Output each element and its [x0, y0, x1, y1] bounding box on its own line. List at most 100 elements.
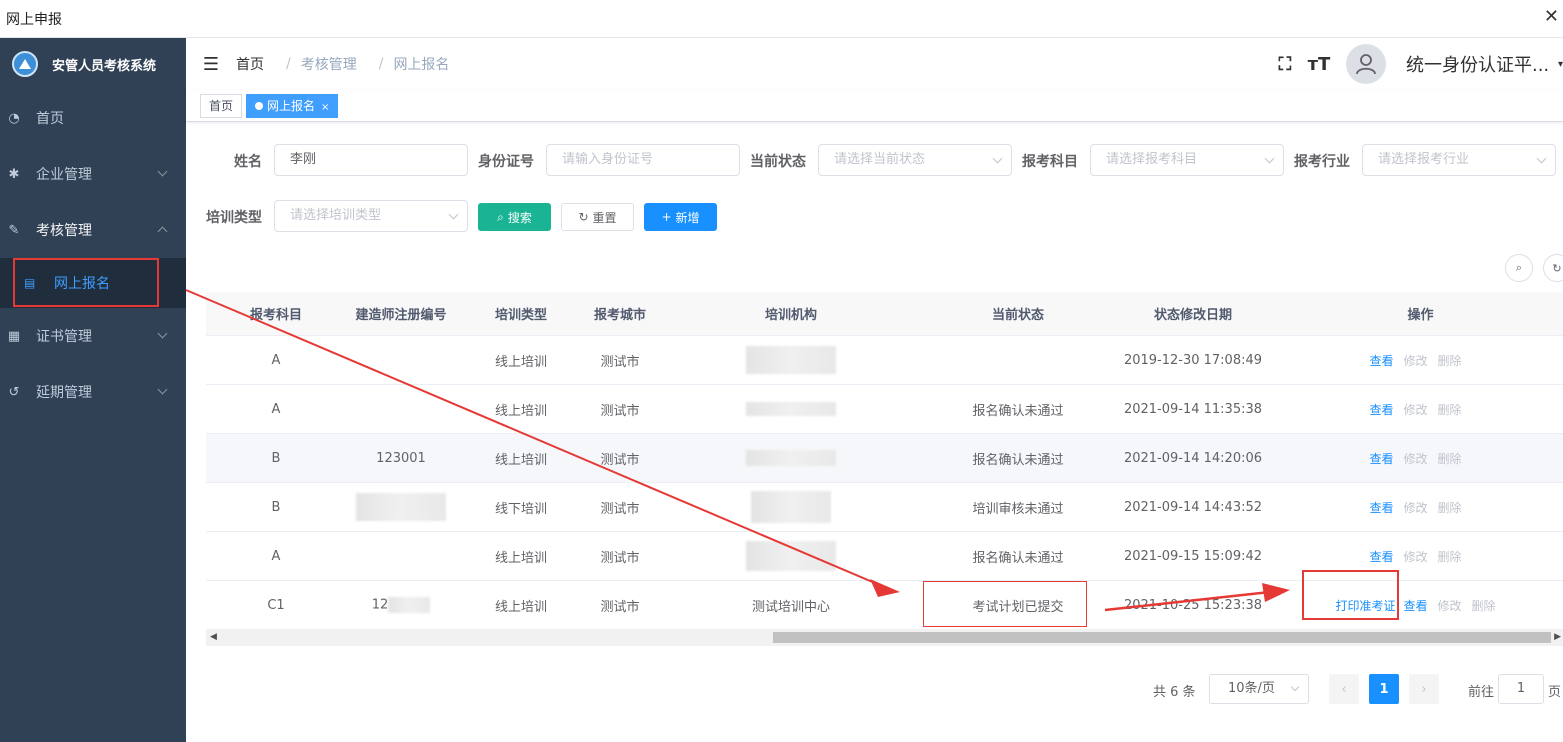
page-size-value: 10条/页	[1228, 681, 1275, 696]
column-header: 培训类型	[494, 308, 547, 323]
search-icon: ⌕	[497, 209, 504, 224]
cell-training: 线上培训	[494, 452, 547, 468]
column-header: 建造师注册编号	[355, 308, 447, 323]
cell-training: 线上培训	[494, 403, 547, 419]
search-button-label: 搜索	[507, 210, 532, 225]
status-select[interactable]: 请选择当前状态	[818, 144, 1012, 176]
edit-link[interactable]: 修改	[1403, 501, 1427, 515]
scroll-left-icon[interactable]: ◀	[210, 632, 217, 642]
sidebar-item-assessment[interactable]: ✎ 考核管理	[0, 202, 186, 258]
cell-org	[654, 491, 928, 523]
breadcrumb-item: 网上报名	[393, 57, 450, 73]
horizontal-scrollbar[interactable]: ◀ ▶	[206, 629, 1563, 646]
cell-date: 2019-12-30 17:08:49	[1123, 352, 1263, 368]
reset-button[interactable]: ↻ 重置	[561, 203, 634, 231]
industry-label: 报考行业	[1294, 154, 1350, 170]
table-row: A 线上培训 测试市 报名确认未通过 2021-09-14 11:35:38 查…	[206, 385, 1563, 434]
goto-label: 前往	[1468, 685, 1495, 700]
next-page-button[interactable]: ›	[1409, 674, 1439, 704]
close-icon[interactable]: ×	[321, 102, 329, 113]
navbar-right: ⛶ тT 统一身份认证平... ▾	[1268, 38, 1563, 90]
delete-link[interactable]: 删除	[1438, 403, 1462, 417]
cell-subject: A	[271, 401, 281, 417]
view-link[interactable]: 查看	[1369, 354, 1393, 368]
font-size-icon[interactable]: тT	[1302, 54, 1336, 75]
breadcrumb-separator: /	[286, 56, 291, 72]
add-button[interactable]: + 新增	[644, 203, 717, 231]
dashboard-icon: ◔	[8, 110, 20, 126]
avatar[interactable]	[1345, 44, 1386, 84]
view-link[interactable]: 查看	[1403, 599, 1427, 613]
cell-status: 报名确认未通过	[972, 403, 1064, 419]
industry-select[interactable]: 请选择报考行业	[1362, 144, 1556, 176]
chevron-right-icon: ›	[1421, 681, 1427, 697]
delete-link[interactable]: 删除	[1438, 550, 1462, 564]
page-size-select[interactable]: 10条/页	[1209, 674, 1309, 704]
scroll-right-icon[interactable]: ▶	[1554, 632, 1561, 642]
cell-org	[654, 450, 928, 466]
tag-home[interactable]: 首页	[200, 93, 243, 118]
training-type-select[interactable]: 请选择培训类型	[274, 200, 468, 232]
edit-icon: ✎	[8, 222, 20, 238]
prev-page-button[interactable]: ‹	[1329, 674, 1359, 704]
edit-link[interactable]: 修改	[1403, 550, 1427, 564]
chevron-down-icon	[448, 209, 459, 220]
redacted-area	[388, 597, 431, 613]
sidebar-item-extension[interactable]: ↺ 延期管理	[0, 364, 186, 420]
hamburger-icon[interactable]: ☰	[186, 38, 236, 90]
delete-link[interactable]: 删除	[1438, 501, 1462, 515]
column-header: 报考城市	[593, 308, 646, 323]
edit-link[interactable]: 修改	[1403, 452, 1427, 466]
sidebar-item-enterprise[interactable]: ✱ 企业管理	[0, 146, 186, 202]
cell-city: 测试市	[600, 354, 640, 370]
sidebar-item-certificate[interactable]: ▦ 证书管理	[0, 308, 186, 364]
sidebar-logo[interactable]: 安管人员考核系统	[0, 38, 186, 90]
chevron-down-icon	[1264, 153, 1275, 164]
view-link[interactable]: 查看	[1369, 403, 1393, 417]
cell-org	[654, 346, 928, 374]
redacted-area	[746, 346, 836, 374]
view-link[interactable]: 查看	[1369, 501, 1393, 515]
sidebar-item-label: 延期管理	[36, 385, 92, 401]
redacted-area	[356, 493, 446, 521]
window-close-icon[interactable]: ✕	[1544, 6, 1559, 27]
cell-date: 2021-09-15 15:09:42	[1123, 548, 1263, 564]
cell-actions: 查看 修改 删除	[1278, 401, 1563, 418]
pagination-total: 共 6 条	[1153, 685, 1196, 700]
view-link[interactable]: 查看	[1369, 452, 1393, 466]
page-number-button[interactable]: 1	[1369, 674, 1399, 704]
fullscreen-icon[interactable]: ⛶	[1268, 54, 1302, 75]
subject-select[interactable]: 请选择报考科目	[1090, 144, 1284, 176]
edit-link[interactable]: 修改	[1403, 403, 1427, 417]
tag-online-registration[interactable]: 网上报名 ×	[246, 93, 339, 118]
id-number-input[interactable]: 请输入身份证号	[546, 144, 740, 176]
chevron-down-icon	[1536, 153, 1547, 164]
caret-down-icon[interactable]: ▾	[1558, 59, 1563, 70]
refresh-table-button[interactable]: ↻	[1543, 254, 1563, 282]
cell-city: 测试市	[600, 501, 640, 517]
delete-link[interactable]: 删除	[1438, 452, 1462, 466]
scrollbar-thumb[interactable]	[773, 632, 1551, 643]
table-row: A 线上培训 测试市 2019-12-30 17:08:49 查看 修改 删除	[206, 336, 1563, 385]
sidebar-item-home[interactable]: ◔ 首页	[0, 90, 186, 146]
status-label: 当前状态	[750, 154, 806, 170]
sidebar-item-label: 考核管理	[36, 223, 92, 239]
delete-link[interactable]: 删除	[1438, 354, 1462, 368]
delete-link[interactable]: 删除	[1472, 599, 1496, 613]
logo-icon	[12, 51, 38, 77]
redacted-area	[746, 402, 836, 416]
edit-link[interactable]: 修改	[1438, 599, 1462, 613]
sidebar: 安管人员考核系统 ◔ 首页 ✱ 企业管理 ✎ 考核管理 ▤ 网上报名 ▦ 证书管…	[0, 38, 186, 742]
breadcrumb-item[interactable]: 首页	[236, 54, 264, 74]
goto-page-input[interactable]: 1	[1498, 674, 1544, 704]
chevron-down-icon	[1290, 682, 1300, 692]
sidebar-item-label: 证书管理	[36, 329, 92, 345]
cell-date: 2021-09-14 11:35:38	[1123, 401, 1263, 417]
name-input[interactable]: 李刚	[274, 144, 468, 176]
view-link[interactable]: 查看	[1369, 550, 1393, 564]
edit-link[interactable]: 修改	[1403, 354, 1427, 368]
search-button[interactable]: ⌕ 搜索	[478, 203, 551, 231]
toggle-search-button[interactable]: ⌕	[1505, 254, 1533, 282]
user-name[interactable]: 统一身份认证平...	[1406, 51, 1556, 77]
cell-actions: 查看 修改 删除	[1278, 450, 1563, 467]
